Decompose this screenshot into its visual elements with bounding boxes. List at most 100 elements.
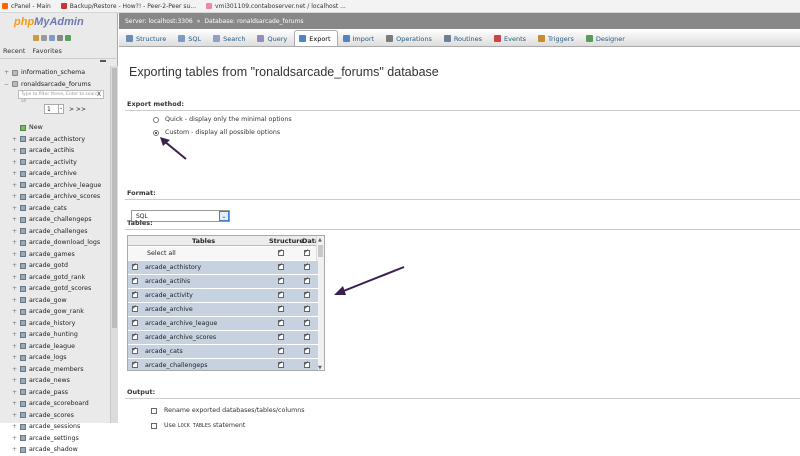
nav-database-item[interactable]: + information_schema [0, 67, 110, 79]
expand-icon[interactable]: + [4, 69, 10, 76]
expand-icon[interactable]: + [12, 297, 18, 304]
nav-table-item[interactable]: + arcade_challenges [0, 226, 110, 238]
nav-table-item[interactable]: + arcade_gow_rank [0, 306, 110, 318]
method-quick-option[interactable]: Quick - display only the minimal options [153, 116, 292, 123]
data-checkbox[interactable] [304, 360, 310, 368]
expand-icon[interactable]: + [12, 285, 18, 292]
expand-icon[interactable]: + [12, 435, 18, 442]
chevron-down-icon[interactable]: ⌄ [219, 211, 229, 221]
table-filter-input[interactable]: Type to filter these, Enter to search al… [18, 90, 104, 104]
expand-icon[interactable]: + [12, 423, 18, 430]
nav-table-item[interactable]: + arcade_activity [0, 157, 110, 169]
nav-table-item[interactable]: + arcade_archive [0, 168, 110, 180]
rename-option[interactable]: Rename exported databases/tables/columns [151, 407, 305, 414]
scroll-up-icon[interactable]: ▲ [318, 237, 322, 243]
table-row[interactable]: arcade_archive_league [128, 317, 318, 331]
nav-table-item[interactable]: + arcade_news [0, 375, 110, 387]
nav-table-item[interactable]: + arcade_download_logs [0, 237, 110, 249]
expand-icon[interactable]: + [12, 389, 18, 396]
breadcrumb-database[interactable]: Database: ronaldsarcade_forums [204, 18, 303, 25]
docs-icon[interactable] [49, 35, 55, 41]
chevron-down-icon[interactable]: ⌄ [58, 105, 63, 113]
tables-scrollbar-thumb[interactable] [318, 245, 323, 257]
expand-icon[interactable]: + [12, 228, 18, 235]
pager-next-button[interactable]: > >> [69, 106, 86, 113]
nav-table-item[interactable]: + arcade_scoreboard [0, 398, 110, 410]
scroll-down-icon[interactable]: ▼ [318, 365, 322, 370]
expand-icon[interactable]: + [12, 251, 18, 258]
expand-icon[interactable]: + [12, 377, 18, 384]
structure-checkbox[interactable] [278, 290, 284, 298]
bookmark-item[interactable]: cPanel - Main [2, 3, 51, 10]
tab-search[interactable]: Search [208, 30, 252, 46]
structure-checkbox[interactable] [278, 304, 284, 312]
rename-label[interactable]: Rename exported databases/tables/columns [164, 407, 305, 414]
nav-table-item[interactable]: + arcade_challengeps [0, 214, 110, 226]
tab-favorites[interactable]: Favorites [33, 47, 62, 55]
rename-checkbox[interactable] [151, 407, 157, 414]
lock-tables-option[interactable]: Use LOCK TABLES statement [151, 422, 245, 429]
expand-icon[interactable]: + [12, 412, 18, 419]
nav-table-item[interactable]: + arcade_shadow [0, 444, 110, 456]
nav-table-item[interactable]: + arcade_archive_league [0, 180, 110, 192]
nav-table-item[interactable]: + arcade_logs [0, 352, 110, 364]
data-checkbox[interactable] [304, 346, 310, 354]
breadcrumb-server[interactable]: Server: localhost:3306 [125, 18, 193, 25]
nav-table-item[interactable]: + arcade_archive_scores [0, 191, 110, 203]
table-select-checkbox[interactable] [132, 276, 138, 284]
nav-table-item[interactable]: + arcade_actihis [0, 145, 110, 157]
table-select-checkbox[interactable] [132, 304, 138, 312]
nav-scrollbar[interactable] [110, 66, 118, 423]
tab-events[interactable]: Events [489, 30, 533, 46]
method-quick-label[interactable]: Quick - display only the minimal options [165, 116, 292, 123]
tab-operations[interactable]: Operations [381, 30, 439, 46]
data-checkbox[interactable] [304, 290, 310, 298]
structure-checkbox[interactable] [278, 346, 284, 354]
expand-icon[interactable]: + [12, 446, 18, 453]
bookmark-item[interactable]: Backup/Restore - How?! - Peer-2-Peer su.… [60, 3, 196, 10]
collapse-all-icon[interactable] [100, 60, 106, 62]
expand-icon[interactable]: + [12, 216, 18, 223]
tab-recent[interactable]: Recent [3, 47, 25, 55]
tab-triggers[interactable]: Triggers [533, 30, 581, 46]
expand-icon[interactable]: + [12, 239, 18, 246]
settings-icon[interactable] [57, 35, 63, 41]
collapse-icon[interactable]: − [4, 81, 10, 88]
expand-icon[interactable]: + [12, 159, 18, 166]
reload-icon[interactable] [65, 35, 71, 41]
select-all-structure-checkbox[interactable] [278, 248, 284, 256]
table-row[interactable]: arcade_cats [128, 345, 318, 359]
expand-icon[interactable]: + [12, 320, 18, 327]
data-checkbox[interactable] [304, 262, 310, 270]
nav-scrollbar-thumb[interactable] [112, 68, 117, 328]
structure-checkbox[interactable] [278, 318, 284, 326]
table-row[interactable]: arcade_archive_scores [128, 331, 318, 345]
structure-checkbox[interactable] [278, 360, 284, 368]
tab-export[interactable]: Export [294, 30, 338, 46]
expand-icon[interactable]: + [12, 147, 18, 154]
expand-icon[interactable]: + [12, 331, 18, 338]
expand-icon[interactable]: + [12, 400, 18, 407]
lock-tables-label[interactable]: Use LOCK TABLES statement [164, 422, 245, 429]
expand-icon[interactable]: + [12, 136, 18, 143]
table-row[interactable]: arcade_challengeps [128, 359, 318, 370]
nav-table-item[interactable]: + arcade_acthistory [0, 134, 110, 146]
data-checkbox[interactable] [304, 304, 310, 312]
table-select-checkbox[interactable] [132, 262, 138, 270]
nav-table-item[interactable]: + arcade_gotd_scores [0, 283, 110, 295]
tab-structure[interactable]: Structure [121, 30, 173, 46]
expand-icon[interactable]: + [12, 308, 18, 315]
nav-table-item[interactable]: + arcade_settings [0, 433, 110, 445]
data-checkbox[interactable] [304, 276, 310, 284]
table-select-checkbox[interactable] [132, 318, 138, 326]
table-row[interactable]: arcade_archive [128, 303, 318, 317]
expand-icon[interactable]: + [12, 274, 18, 281]
table-select-checkbox[interactable] [132, 346, 138, 354]
select-all-data-checkbox[interactable] [304, 248, 310, 256]
phpmyadmin-logo[interactable]: phpMyAdmin [14, 16, 84, 28]
expand-icon[interactable]: + [12, 193, 18, 200]
expand-icon[interactable]: + [12, 182, 18, 189]
tab-import[interactable]: Import [338, 30, 382, 46]
exit-icon[interactable] [41, 35, 47, 41]
nav-table-item[interactable]: + arcade_hunting [0, 329, 110, 341]
